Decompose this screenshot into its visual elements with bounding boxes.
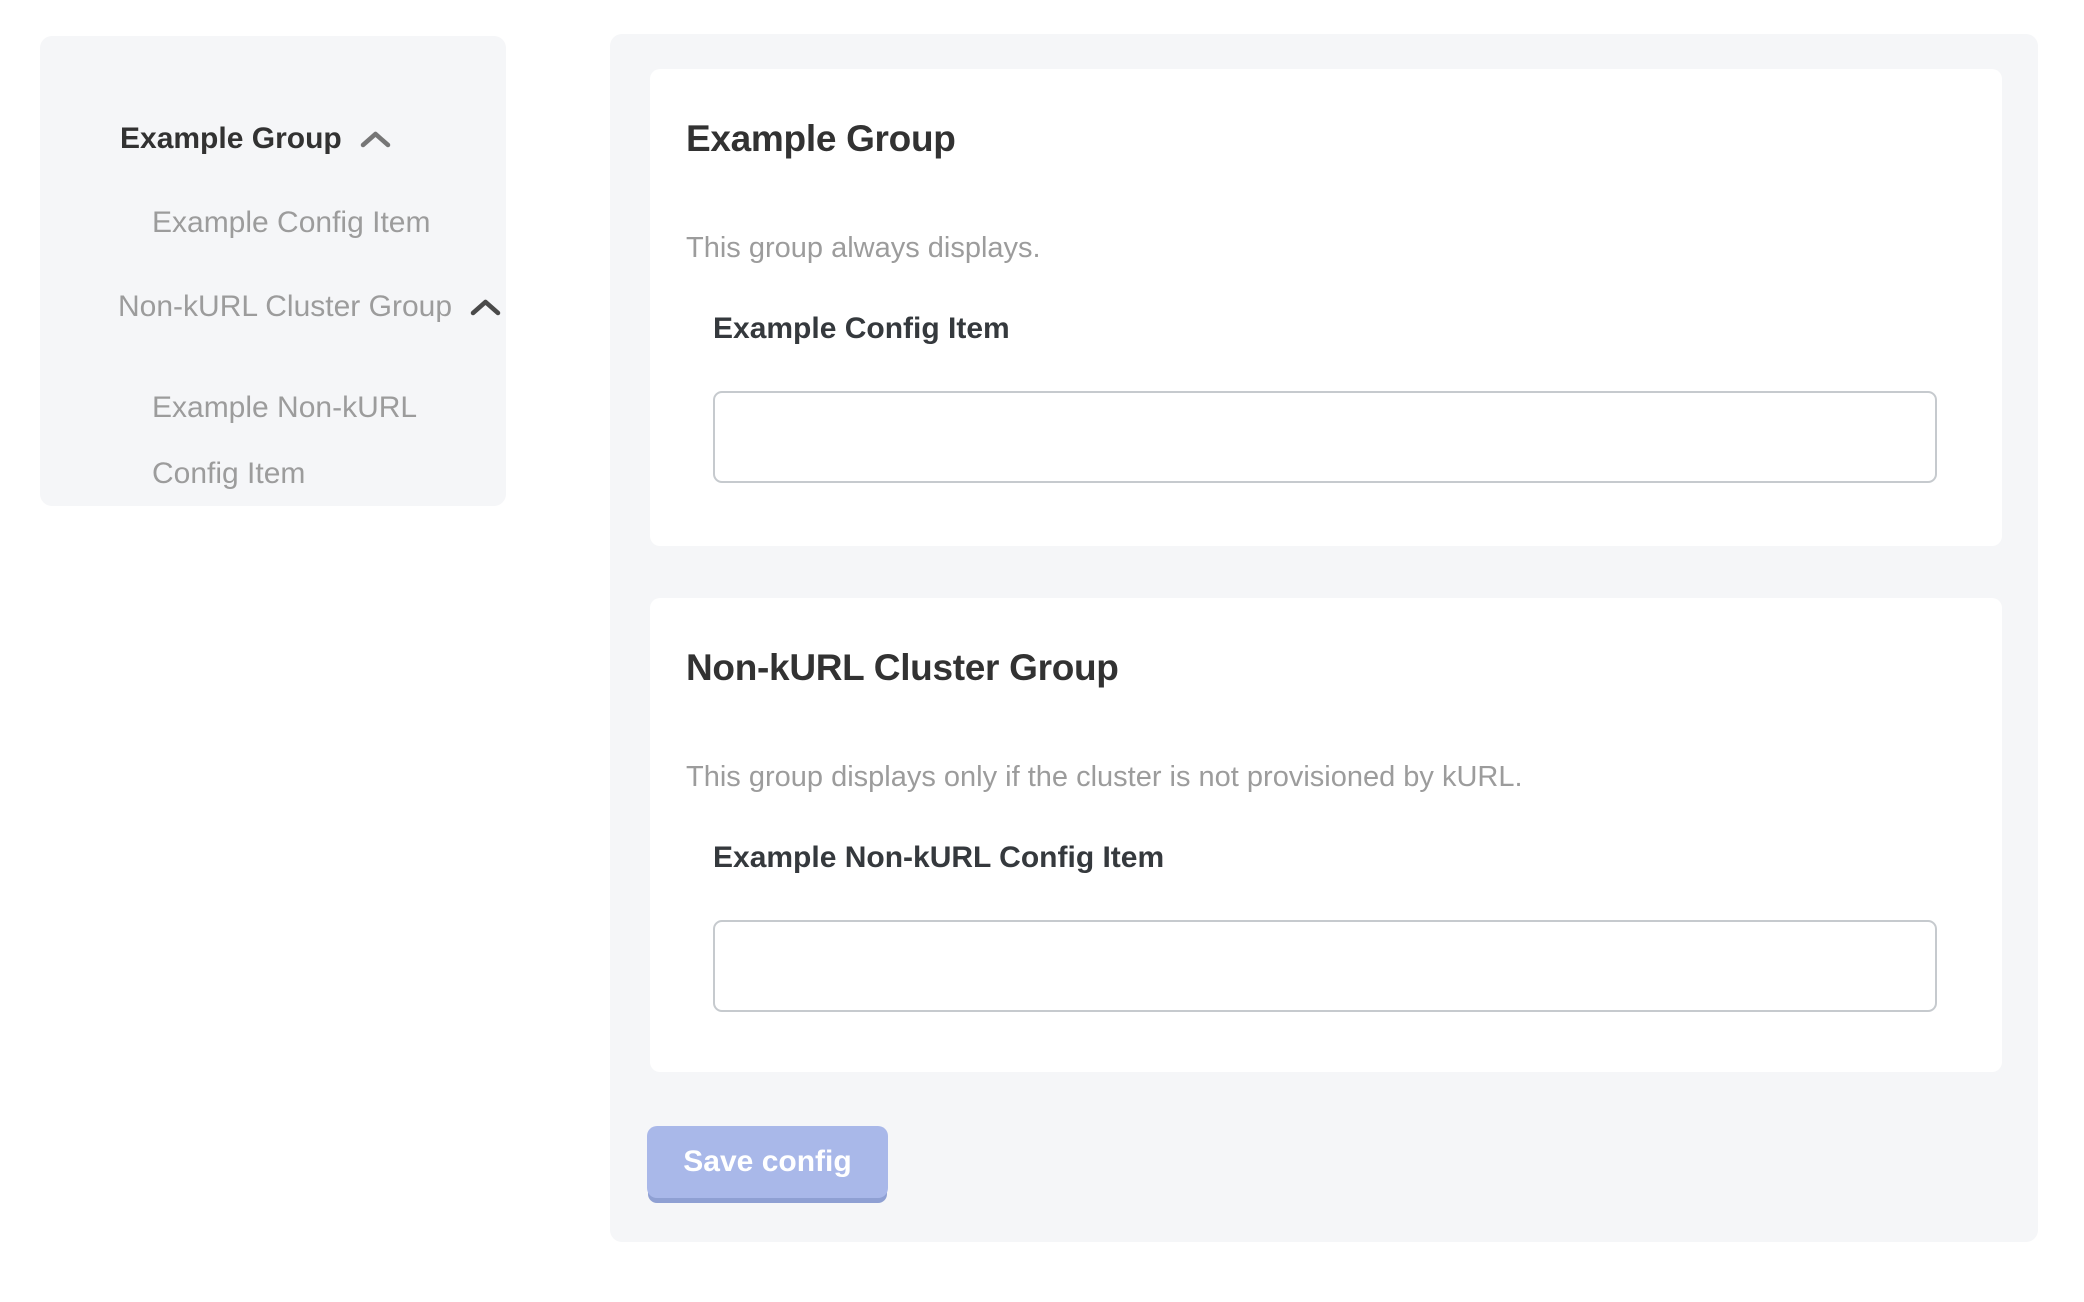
save-config-button[interactable]: Save config xyxy=(647,1126,888,1198)
sidebar-group-label: Non-kURL Cluster Group xyxy=(118,289,452,325)
sidebar-group-non-kurl-cluster-group[interactable]: Non-kURL Cluster Group xyxy=(118,289,501,325)
group-description: This group always displays. xyxy=(686,231,1041,266)
config-item-label: Example Non-kURL Config Item xyxy=(713,841,1164,876)
config-nav-sidebar: Example Group Example Config Item Non-kU… xyxy=(40,36,506,506)
sidebar-item-label: Example Config Item xyxy=(152,205,430,241)
sidebar-item-example-config-item[interactable]: Example Config Item xyxy=(152,205,430,241)
sidebar-item-label: Example Non-kURL Config Item xyxy=(152,391,416,490)
group-title: Example Group xyxy=(686,119,956,160)
example-non-kurl-config-item-input[interactable] xyxy=(713,920,1937,1012)
sidebar-group-example-group[interactable]: Example Group xyxy=(120,121,391,157)
config-group-card-example-group: Example Group This group always displays… xyxy=(650,69,2002,546)
chevron-up-icon[interactable] xyxy=(360,131,391,148)
sidebar-group-label: Example Group xyxy=(120,121,342,157)
group-description: This group displays only if the cluster … xyxy=(686,760,1523,795)
example-config-item-input[interactable] xyxy=(713,391,1937,483)
config-panel: Example Group This group always displays… xyxy=(610,34,2038,1242)
config-group-card-non-kurl-cluster-group: Non-kURL Cluster Group This group displa… xyxy=(650,598,2002,1072)
config-item-label: Example Config Item xyxy=(713,312,1010,347)
group-title: Non-kURL Cluster Group xyxy=(686,648,1119,689)
sidebar-item-example-non-kurl-config-item[interactable]: Example Non-kURL Config Item xyxy=(152,375,472,507)
chevron-up-icon[interactable] xyxy=(470,299,501,316)
